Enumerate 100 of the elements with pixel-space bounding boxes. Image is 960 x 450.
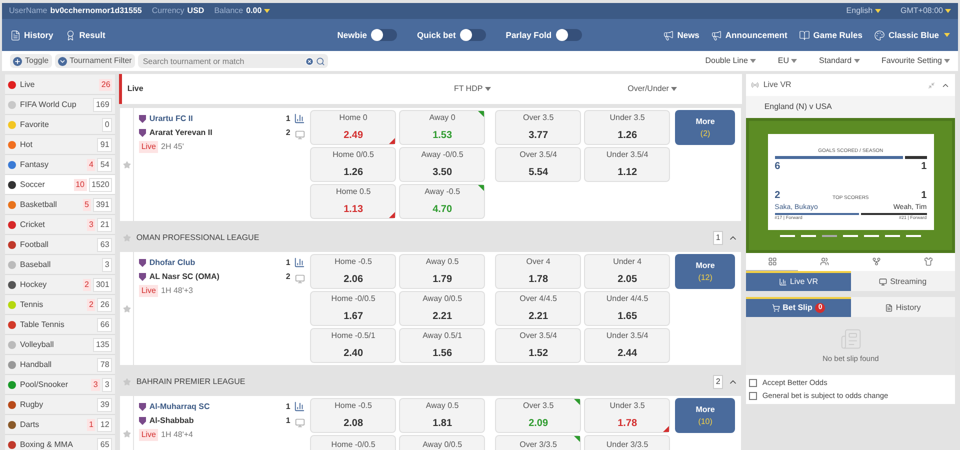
home-team[interactable]: Al-Muharraq SC: [149, 401, 210, 413]
toolbar-link[interactable]: History: [10, 28, 54, 42]
toggle-switch[interactable]: [371, 29, 398, 41]
sport-item[interactable]: Football 63: [5, 235, 116, 255]
toolbar-link[interactable]: Classic Blue: [874, 28, 950, 42]
timezone-selector[interactable]: GMT+08:00: [900, 5, 951, 17]
odds-button[interactable]: Under 3.5 1.26: [584, 110, 670, 145]
odds-button[interactable]: Away 0/0.5: [399, 435, 486, 450]
odds-button[interactable]: Home 0.5 1.13: [310, 184, 396, 219]
odds-button[interactable]: Under 3/3.5: [584, 435, 670, 450]
favorite-star-icon[interactable]: [122, 304, 131, 312]
favorite-star-icon[interactable]: [123, 378, 132, 386]
toolbar-link[interactable]: News: [663, 28, 700, 42]
sport-item[interactable]: Live 26: [5, 75, 116, 95]
odds-button[interactable]: Under 4/4.5 1.65: [584, 291, 670, 326]
carousel-dash[interactable]: [843, 234, 858, 237]
stats-icon[interactable]: [294, 113, 306, 124]
odds-button[interactable]: Home -0.5 2.06: [310, 254, 396, 289]
away-team[interactable]: Al-Shabbab: [149, 415, 194, 427]
odds-button[interactable]: Over 4 1.78: [495, 254, 582, 289]
sport-item[interactable]: FIFA World Cup 169: [5, 95, 116, 115]
league-name[interactable]: OMAN PROFESSIONAL LEAGUE: [136, 232, 713, 244]
search-field[interactable]: Search tournament or match: [138, 54, 328, 68]
odds-button[interactable]: Under 3.5/4 1.12: [584, 147, 670, 182]
view-tab[interactable]: Live VR: [746, 271, 851, 291]
sport-item[interactable]: Rugby 39: [5, 395, 116, 415]
away-team[interactable]: AL Nasr SC (OMA): [149, 271, 220, 283]
odds-button[interactable]: Home 0/0.5 1.26: [310, 147, 396, 182]
odds-button[interactable]: Under 3.5/4 2.44: [584, 328, 670, 363]
more-button[interactable]: More (12): [675, 254, 736, 289]
tv-icon[interactable]: [294, 274, 305, 284]
filter-button[interactable]: Tournament Filter: [54, 54, 135, 68]
sport-item[interactable]: Soccer 10 1520: [5, 175, 116, 195]
search-icon[interactable]: [316, 56, 325, 66]
odds-button[interactable]: Over 3/3.5: [495, 435, 582, 450]
odds-button[interactable]: Over 3.5 3.77: [495, 110, 582, 145]
toggle-switch[interactable]: [556, 29, 582, 41]
favorite-star-icon[interactable]: [122, 160, 131, 168]
sport-item[interactable]: Handball 78: [5, 355, 116, 375]
sport-item[interactable]: Darts 1 12: [5, 415, 116, 435]
carousel-dash[interactable]: [885, 234, 900, 237]
odds-button[interactable]: Home 0 2.49: [310, 110, 396, 145]
sport-item[interactable]: Pool/Snooker 3 3: [5, 375, 116, 395]
checkbox[interactable]: [749, 392, 758, 400]
more-button[interactable]: More (2): [675, 110, 736, 145]
odds-button[interactable]: Away 0.5/1 1.56: [399, 328, 486, 363]
odds-button[interactable]: Over 3.5/4 5.54: [495, 147, 582, 182]
sport-item[interactable]: Basketball 5 391: [5, 195, 116, 215]
view-dropdown[interactable]: Favourite Setting: [882, 55, 950, 67]
league-name[interactable]: BAHRAIN PREMIER LEAGUE: [136, 376, 713, 388]
bet-slip-tab[interactable]: History: [850, 297, 955, 317]
odds-button[interactable]: Away -0.5 4.70: [399, 184, 486, 219]
view-dropdown[interactable]: Standard: [819, 55, 860, 67]
odds-button[interactable]: Away 0.5 1.81: [399, 398, 486, 433]
home-team[interactable]: Urartu FC II: [149, 113, 193, 125]
sport-item[interactable]: Cricket 3 21: [5, 215, 116, 235]
carousel-dash[interactable]: [864, 234, 880, 237]
sport-item[interactable]: Tennis 2 26: [5, 295, 116, 315]
sport-item[interactable]: Hockey 2 301: [5, 275, 116, 295]
minimize-icon[interactable]: [928, 82, 935, 88]
toggle-switch[interactable]: [460, 29, 486, 41]
tv-icon[interactable]: [294, 130, 305, 140]
odds-button[interactable]: Away 0.5 1.79: [399, 254, 486, 289]
toolbar-link[interactable]: Result: [65, 28, 106, 42]
odds-button[interactable]: Away -0/0.5 3.50: [399, 147, 486, 182]
odds-button[interactable]: Under 4 2.05: [584, 254, 670, 289]
odds-button[interactable]: Over 3.5 2.09: [495, 398, 582, 433]
odds-button[interactable]: Away 0/0.5 2.21: [399, 291, 486, 326]
away-team[interactable]: Ararat Yerevan II: [149, 127, 212, 139]
sport-item[interactable]: Table Tennis 66: [5, 315, 116, 335]
odds-button[interactable]: Under 3.5 1.78: [584, 398, 670, 433]
carousel-dash[interactable]: [801, 234, 816, 237]
odds-button[interactable]: Away 0 1.53: [399, 110, 486, 145]
sport-item[interactable]: Baseball 3: [5, 255, 116, 275]
language-selector[interactable]: English: [846, 5, 881, 17]
tv-icon[interactable]: [294, 418, 305, 428]
sport-item[interactable]: Boxing & MMA 65: [5, 435, 116, 450]
stats-icon[interactable]: [294, 401, 306, 412]
home-team[interactable]: Dhofar Club: [149, 257, 196, 269]
odds-button[interactable]: Home -0/0.5: [310, 435, 396, 450]
view-tab[interactable]: Streaming: [850, 271, 955, 291]
odds-button[interactable]: Home -0.5/1 2.40: [310, 328, 396, 363]
market-column-header[interactable]: Over/Under: [562, 83, 742, 95]
checkbox[interactable]: [749, 378, 758, 387]
odds-button[interactable]: Home -0/0.5 1.67: [310, 291, 396, 326]
favorite-star-icon[interactable]: [123, 234, 132, 242]
toolbar-link[interactable]: Announcement: [711, 28, 788, 42]
odds-button[interactable]: Over 4/4.5 2.21: [495, 291, 582, 326]
sport-item[interactable]: Volleyball 135: [5, 335, 116, 355]
view-dropdown[interactable]: Double Line: [705, 55, 756, 67]
favorite-star-icon[interactable]: [122, 430, 131, 438]
view-dropdown[interactable]: EU: [778, 55, 798, 67]
odds-button[interactable]: Over 3.5/4 1.52: [495, 328, 582, 363]
sport-item[interactable]: Fantasy 4 54: [5, 155, 116, 175]
more-button[interactable]: More (10): [675, 398, 736, 433]
filter-button[interactable]: Toggle: [10, 54, 52, 68]
sport-item[interactable]: Favorite 0: [5, 115, 116, 135]
toolbar-link[interactable]: Game Rules: [799, 28, 862, 42]
carousel-dash[interactable]: [906, 234, 922, 237]
odds-button[interactable]: Home -0.5 2.08: [310, 398, 396, 433]
